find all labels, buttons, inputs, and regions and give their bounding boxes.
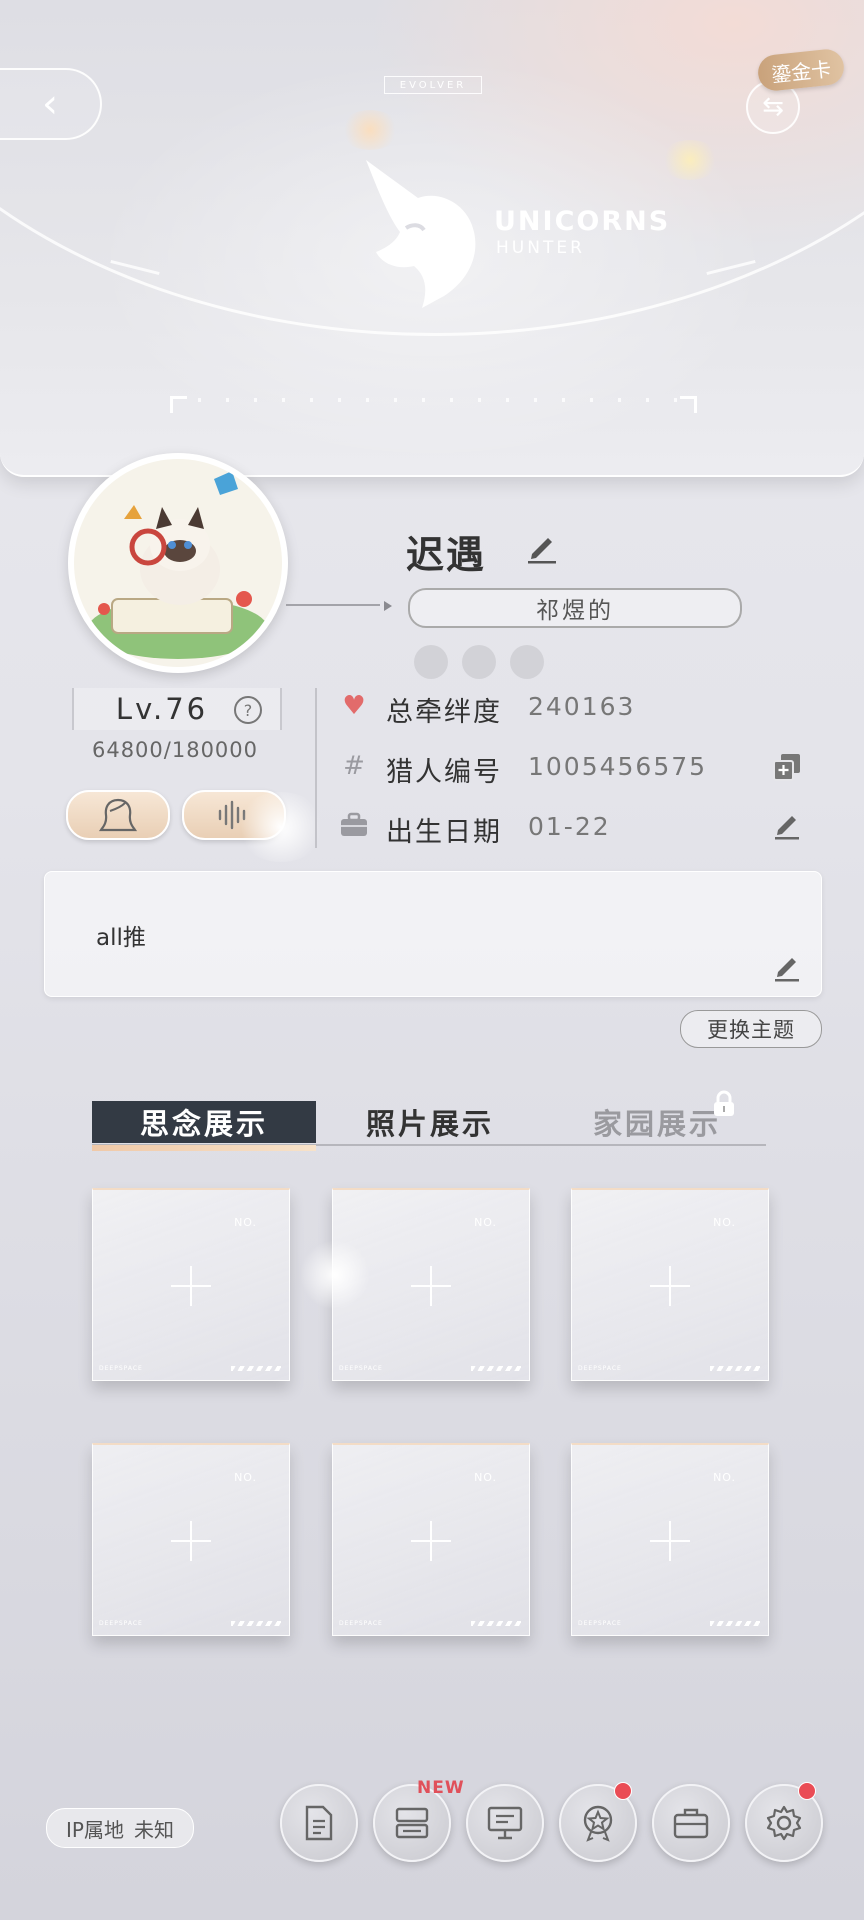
birthday-value: 01-22 <box>528 812 611 841</box>
slot-stripes <box>471 1366 521 1371</box>
bond-value: 240163 <box>528 692 636 721</box>
change-theme-button[interactable]: 更换主题 <box>680 1010 822 1048</box>
signature-box[interactable] <box>44 871 822 997</box>
sparkle-decoration <box>300 1240 370 1310</box>
add-icon <box>650 1521 690 1561</box>
slot-number-label: NO. <box>474 1216 497 1229</box>
signature-text: all推 <box>96 925 146 951</box>
person-outline-icon <box>98 798 138 832</box>
logo-subtitle: HUNTER <box>496 238 585 258</box>
notification-dot <box>614 1782 632 1800</box>
header-banner: EVOLVER UNICORNS HUNTER <box>0 0 864 477</box>
document-icon <box>305 1805 333 1841</box>
copy-icon[interactable] <box>772 752 802 786</box>
slot-number-label: NO. <box>713 1216 736 1229</box>
nickname: 迟遇 <box>406 533 487 577</box>
ip-label: IP属地 <box>66 1817 124 1842</box>
evolver-tag: EVOLVER <box>384 76 482 94</box>
swap-arrows-icon: ⇆ <box>762 92 784 122</box>
empty-badge-slot[interactable] <box>414 645 448 679</box>
slot-number-label: NO. <box>234 1471 257 1484</box>
banner-corner-decoration <box>680 396 697 413</box>
slot-number-label: NO. <box>234 1216 257 1229</box>
slot-footer: DEEPSPACE <box>578 1620 622 1627</box>
ip-location-label: IP属地 未知 <box>46 1808 194 1848</box>
sparkle-decoration <box>236 792 326 862</box>
slot-stripes <box>471 1621 521 1626</box>
empty-badge-slot[interactable] <box>462 645 496 679</box>
monitor-icon <box>487 1806 523 1840</box>
banner-ruler-decoration <box>170 398 694 402</box>
slot-stripes <box>231 1621 281 1626</box>
ip-value: 未知 <box>133 1817 174 1842</box>
slot-number-label: NO. <box>713 1471 736 1484</box>
medal-star-icon <box>583 1805 613 1842</box>
slot-footer: DEEPSPACE <box>99 1365 143 1372</box>
layers-list-icon <box>395 1807 429 1839</box>
document-button[interactable] <box>280 1784 358 1862</box>
add-icon <box>411 1266 451 1306</box>
inventory-button[interactable] <box>652 1784 730 1862</box>
slot-footer: DEEPSPACE <box>339 1365 383 1372</box>
gear-icon <box>766 1805 802 1841</box>
hunter-id-value: 1005456575 <box>528 752 708 781</box>
edit-name-icon[interactable] <box>524 530 560 570</box>
hunter-id-label: 猎人编号 <box>386 757 502 788</box>
slot-stripes <box>710 1621 760 1626</box>
prism-sparkle <box>340 110 400 150</box>
notification-dot <box>798 1782 816 1800</box>
slot-footer: DEEPSPACE <box>99 1620 143 1627</box>
avatar[interactable] <box>68 453 288 673</box>
add-icon <box>171 1266 211 1306</box>
screen-button[interactable] <box>466 1784 544 1862</box>
bond-label: 总牵绊度 <box>386 697 502 728</box>
heart-icon: ♥ <box>342 691 366 721</box>
chevron-left-icon: ‹ <box>42 81 58 127</box>
edit-signature-icon[interactable] <box>772 952 802 986</box>
briefcase-icon <box>340 812 368 842</box>
lock-icon <box>712 1090 736 1122</box>
info-divider <box>315 688 317 848</box>
help-icon[interactable]: ? <box>234 696 262 724</box>
level-text: Lv.76 <box>115 692 209 726</box>
tab-memory-display[interactable]: 思念展示 <box>92 1101 316 1143</box>
experience-text: 64800/180000 <box>91 738 259 762</box>
slot-footer: DEEPSPACE <box>578 1365 622 1372</box>
add-icon <box>650 1266 690 1306</box>
briefcase-icon <box>673 1808 709 1839</box>
add-icon <box>411 1521 451 1561</box>
slot-stripes <box>231 1366 281 1371</box>
display-slot-6[interactable]: NO. DEEPSPACE <box>571 1443 769 1636</box>
tab-photo-display[interactable]: 照片展示 <box>350 1101 510 1143</box>
tab-home-display[interactable]: 家园展示 <box>582 1101 732 1143</box>
birthday-label: 出生日期 <box>386 817 502 848</box>
display-slot-5[interactable]: NO. DEEPSPACE <box>332 1443 530 1636</box>
banner-corner-decoration <box>170 396 187 413</box>
slot-stripes <box>710 1366 760 1371</box>
empty-badge-slot[interactable] <box>510 645 544 679</box>
display-slot-3[interactable]: NO. DEEPSPACE <box>571 1188 769 1381</box>
add-icon <box>171 1521 211 1561</box>
avatar-illustration <box>74 459 282 667</box>
back-button[interactable]: ‹ <box>0 68 102 140</box>
display-slot-4[interactable]: NO. DEEPSPACE <box>92 1443 290 1636</box>
edit-birthday-icon[interactable] <box>772 810 802 844</box>
arrow-right-icon <box>384 601 392 611</box>
display-slot-1[interactable]: NO. DEEPSPACE <box>92 1188 290 1381</box>
prism-sparkle <box>660 140 720 180</box>
slot-footer: DEEPSPACE <box>339 1620 383 1627</box>
logo-title: UNICORNS <box>494 206 671 237</box>
tab-active-indicator <box>92 1145 316 1151</box>
slot-number-label: NO. <box>474 1471 497 1484</box>
title-badge[interactable]: 祁煜的 <box>408 588 742 628</box>
hash-icon: # <box>343 751 365 781</box>
new-badge: NEW <box>417 1778 465 1798</box>
outfit-button[interactable] <box>66 790 170 840</box>
connector-line <box>286 604 380 606</box>
